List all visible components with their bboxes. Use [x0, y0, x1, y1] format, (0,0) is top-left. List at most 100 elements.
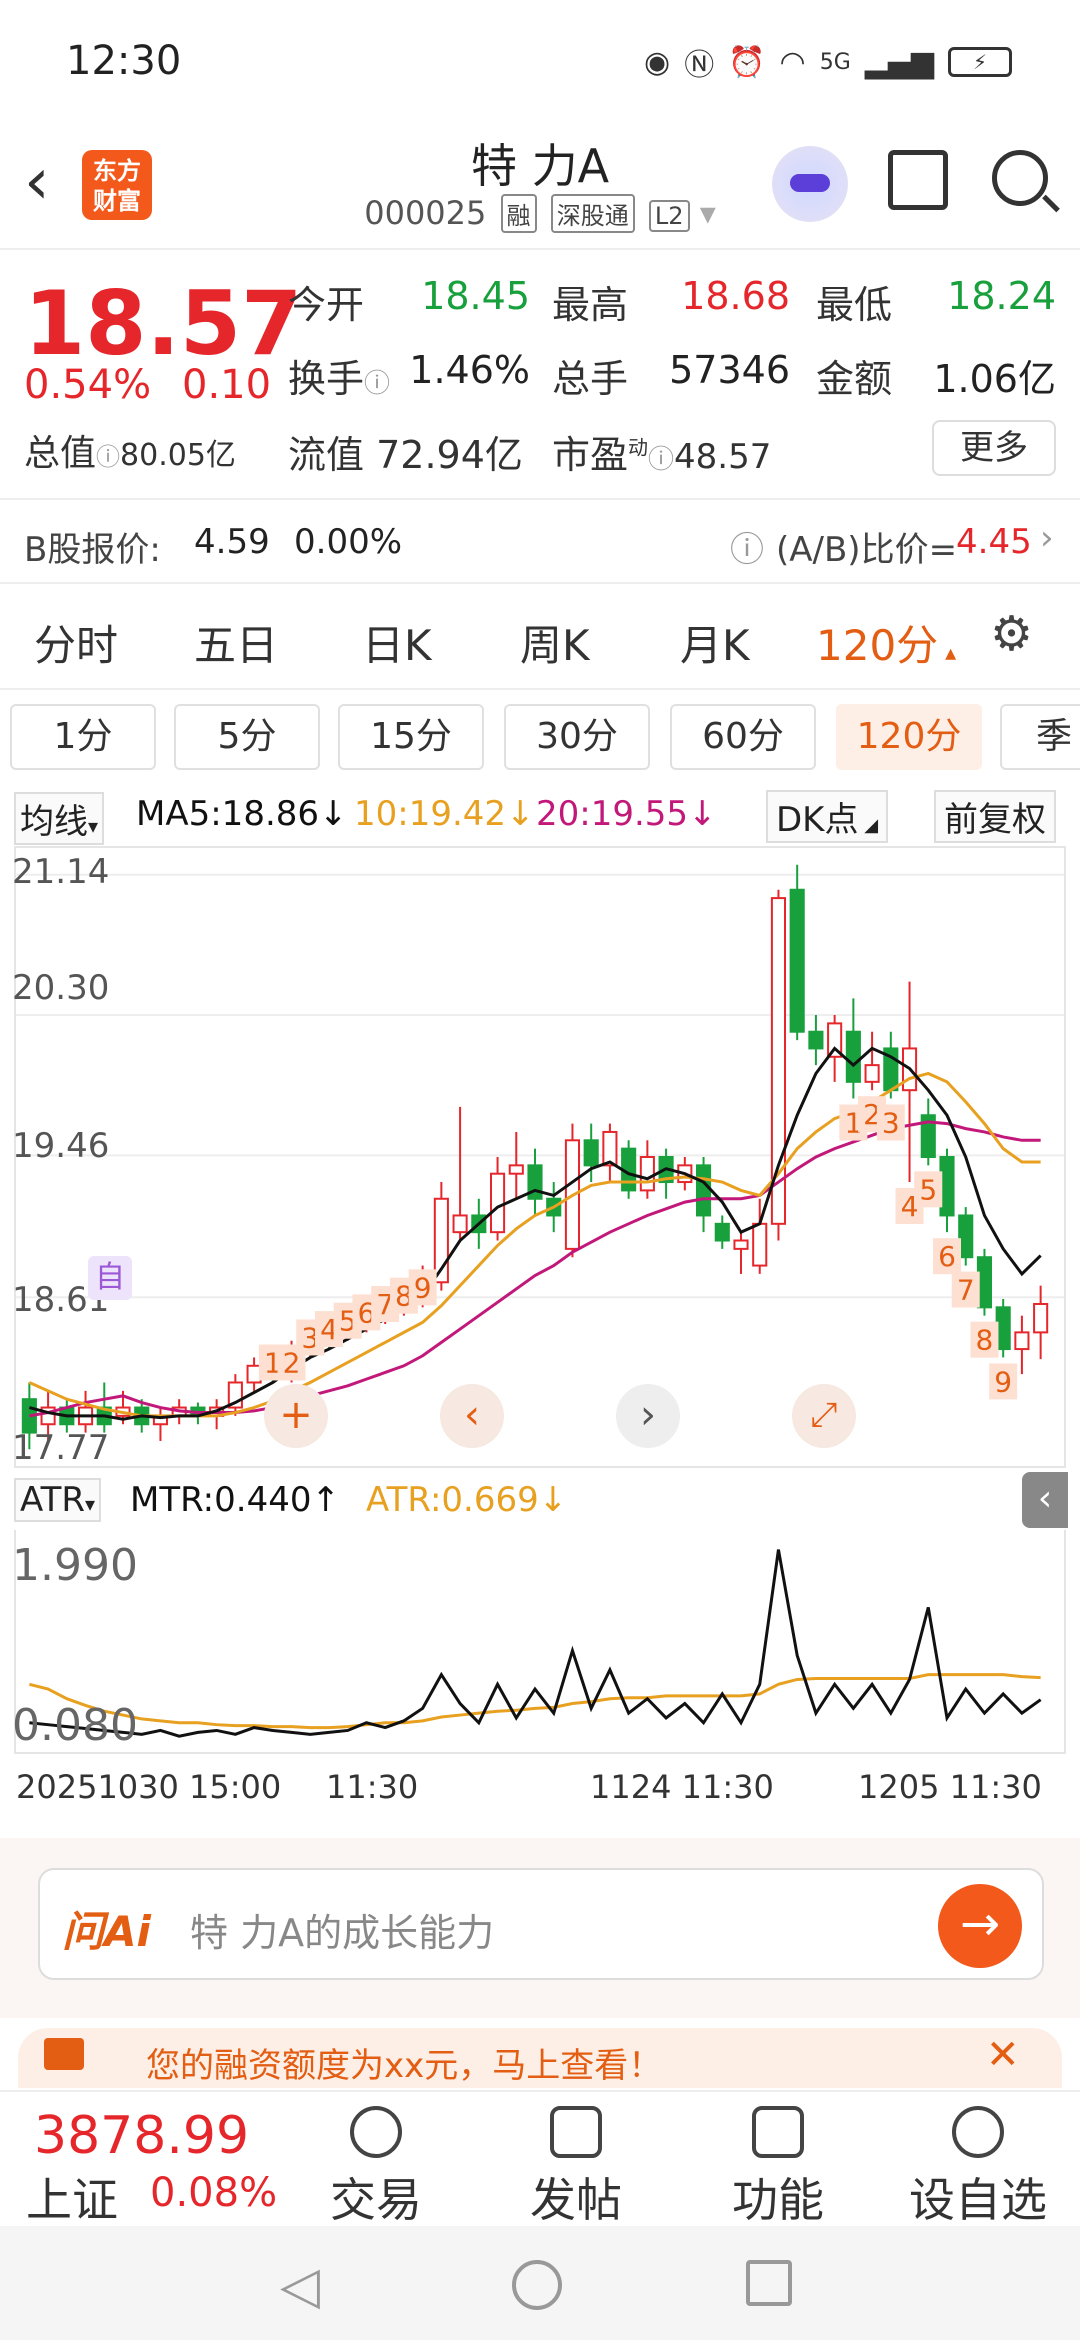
close-icon[interactable]: ✕: [986, 2032, 1020, 2078]
dk-point-button[interactable]: DK点 ◢: [766, 790, 889, 843]
zoom-in-icon[interactable]: +: [264, 1384, 328, 1448]
signal-icon: ▂▄▆: [864, 44, 934, 80]
amount-value: 1.06亿: [933, 357, 1056, 401]
mtr-value: MTR:0.440↑: [130, 1480, 340, 1520]
status-bar: 12:30 ◉ Ⓝ ⏰ ◠ 5G ▂▄▆ ⚡: [0, 0, 1080, 120]
atr-chart[interactable]: 1.990 0.080: [12, 1530, 1066, 1754]
last-price: 18.57: [24, 272, 303, 375]
candle-body: [583, 1139, 599, 1167]
settings-gear-icon[interactable]: ⚙: [990, 606, 1033, 662]
atr-line: [28, 1673, 1041, 1730]
subtab-30min[interactable]: 30分: [504, 704, 650, 770]
more-dots-icon: [952, 2106, 1004, 2158]
nav-trade[interactable]: 交易: [296, 2106, 456, 2230]
ask-ai-input[interactable]: 问Ai 特 力A的成长能力 →: [38, 1868, 1044, 1980]
high-label: 最高: [552, 283, 629, 327]
eye-icon: ◉: [644, 44, 671, 80]
candle: [808, 1015, 824, 1066]
ai-assistant-avatar[interactable]: [772, 146, 848, 222]
candle: [602, 1123, 618, 1183]
stock-header: ‹ 东方 财富 特 力A 000025 融 深股通 L2 ▾: [0, 120, 1080, 250]
tab-daily-k[interactable]: 日K: [362, 612, 432, 673]
x-label-4: 1205 11:30: [858, 1768, 1042, 1806]
tag-margin: 融: [500, 194, 537, 233]
candle: [733, 1232, 749, 1274]
candle: [658, 1148, 674, 1199]
system-home-icon[interactable]: [512, 2260, 562, 2310]
candle: [508, 1131, 524, 1199]
tab-weekly-k[interactable]: 周K: [520, 612, 590, 673]
td-count-label: 7: [957, 1274, 975, 1307]
change-amount: 0.10: [182, 362, 272, 408]
fullscreen-icon[interactable]: ⤢: [792, 1384, 856, 1448]
subtab-120min[interactable]: 120分: [836, 704, 982, 770]
edit-icon: [550, 2106, 602, 2158]
open-value: 18.45: [421, 274, 530, 318]
ma-selector[interactable]: 均线▾: [14, 792, 105, 845]
subtab-5min[interactable]: 5分: [174, 704, 320, 770]
candle-body: [246, 1364, 262, 1384]
tab-intraday[interactable]: 分时: [34, 612, 118, 673]
send-arrow-icon[interactable]: →: [938, 1884, 1022, 1968]
volume-value: 57346: [669, 348, 790, 392]
candle: [939, 1148, 955, 1233]
system-back-icon[interactable]: ◁: [280, 2256, 320, 2316]
subtab-60min[interactable]: 60分: [670, 704, 816, 770]
candle-body: [864, 1064, 880, 1083]
b-share-bar[interactable]: B股报价: 4.59 0.00% ⓘ (A/B)比价= 4.45 ›: [0, 500, 1080, 584]
index-name[interactable]: 上证: [26, 2164, 118, 2230]
candle-body: [808, 1030, 824, 1050]
total-value: 80.05亿: [120, 438, 236, 473]
collapse-panel-icon[interactable]: ‹: [1022, 1472, 1068, 1528]
nav-post[interactable]: 发帖: [496, 2106, 656, 2230]
nav-add-watchlist[interactable]: 设自选: [898, 2106, 1058, 2230]
candle-body: [995, 1306, 1011, 1351]
subtab-quarter[interactable]: 季: [1000, 704, 1080, 770]
kline-chart[interactable]: 123456789123456789 21.14 20.30 19.46 18.…: [12, 846, 1066, 1468]
amount-label: 金额: [816, 357, 893, 401]
tag-l2: L2: [648, 200, 690, 232]
adjust-button[interactable]: 前复权: [934, 790, 1056, 843]
help-icon[interactable]: ⓘ: [730, 522, 764, 571]
candle: [452, 1106, 468, 1241]
index-value[interactable]: 3878.99: [34, 2106, 249, 2166]
total-value-label: 总值ⓘ80.05亿: [24, 433, 236, 474]
nav-functions[interactable]: 功能: [698, 2106, 858, 2230]
candle: [976, 1248, 993, 1316]
candle: [714, 1215, 730, 1249]
td-count-label: 9: [414, 1271, 432, 1304]
candle: [789, 864, 805, 1041]
candle-body: [639, 1156, 655, 1192]
candle-body: [489, 1172, 506, 1234]
system-recents-icon[interactable]: [746, 2260, 792, 2306]
tab-five-day[interactable]: 五日: [194, 612, 278, 673]
ask-ai-logo: 问Ai: [62, 1907, 151, 1956]
share-icon[interactable]: [888, 150, 948, 210]
tag-connect: 深股通: [550, 194, 635, 233]
x-label-3: 1124 11:30: [590, 1768, 774, 1806]
price-axis-5: 17.77: [12, 1428, 110, 1468]
more-button[interactable]: 更多: [932, 420, 1056, 476]
index-pct: 0.08%: [150, 2170, 278, 2216]
price-axis-1: 21.14: [12, 852, 110, 892]
subtab-1min[interactable]: 1分: [10, 704, 156, 770]
candle-body: [789, 888, 805, 1033]
tab-monthly-k[interactable]: 月K: [680, 612, 750, 673]
battery-icon: ⚡: [948, 47, 1012, 77]
chevron-right-icon: ›: [1040, 518, 1054, 558]
margin-ad-banner[interactable]: 您的融资额度为xx元，马上查看！ ✕: [18, 2028, 1062, 2088]
pe-label: 市盈动ⓘ48.57: [552, 433, 772, 477]
scroll-left-icon[interactable]: ‹: [440, 1384, 504, 1448]
subtab-15min[interactable]: 15分: [338, 704, 484, 770]
b-share-price: 4.59: [194, 522, 270, 562]
tab-120min[interactable]: 120分 ▴: [816, 612, 956, 673]
kline-svg[interactable]: 1 23 4 5 6 7 8 91 2 3456789: [16, 848, 1064, 1466]
scroll-right-icon[interactable]: ›: [616, 1384, 680, 1448]
minute-period-tabs: 1分 5分 15分 30分 60分 120分 季: [0, 690, 1080, 782]
price-axis-3: 19.46: [12, 1126, 110, 1166]
td-count-label: 5: [919, 1173, 937, 1206]
search-icon[interactable]: [992, 150, 1048, 206]
indicator-selector[interactable]: ATR▾: [14, 1478, 102, 1522]
candle-body: [602, 1130, 618, 1167]
x-label-1: 20251030 15:00: [16, 1768, 282, 1806]
